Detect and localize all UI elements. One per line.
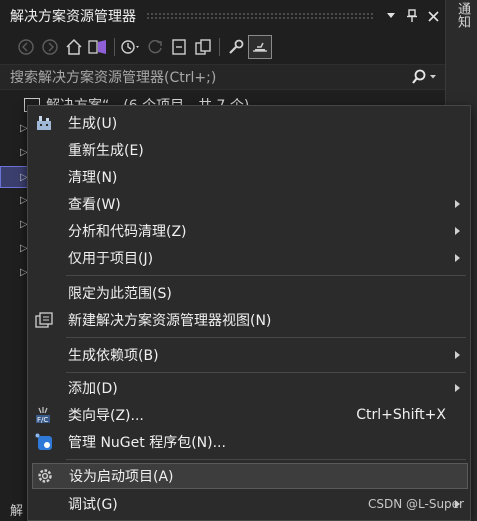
menu-item-label: 清理(N) <box>68 170 118 186</box>
toolbar-separator <box>114 38 115 56</box>
collapse-icon[interactable] <box>167 35 191 59</box>
submenu-arrow-icon <box>455 351 460 359</box>
menu-item-label: 重新生成(E) <box>68 143 144 159</box>
wrench-icon[interactable] <box>224 35 248 59</box>
submenu-arrow-icon <box>455 254 460 262</box>
menu-item-analyze[interactable]: 分析和代码清理(Z) <box>32 218 468 244</box>
search-placeholder[interactable]: 搜索解决方案资源管理器(Ctrl+;) <box>10 67 411 87</box>
menu-item-view[interactable]: 查看(W) <box>32 191 468 217</box>
menu-item-label: 管理 NuGet 程序包(N)... <box>68 435 226 451</box>
bottom-tab-label[interactable]: 解 <box>10 500 23 519</box>
panel-titlebar: 解决方案资源管理器 <box>0 0 445 32</box>
menu-item-label: 限定为此范围(S) <box>68 286 172 302</box>
nuget-icon <box>34 432 54 452</box>
menu-item-label: 调试(G) <box>68 497 118 513</box>
drag-grip[interactable] <box>146 12 374 20</box>
home-icon[interactable] <box>62 35 86 59</box>
menu-item-shortcut: Ctrl+Shift+X <box>356 407 446 423</box>
refresh-icon[interactable] <box>143 35 167 59</box>
menu-item-clean[interactable]: 清理(N) <box>32 164 468 190</box>
back-icon[interactable] <box>14 35 38 59</box>
new-view-icon <box>34 310 54 330</box>
menu-item-build[interactable]: 生成(U) <box>32 110 468 136</box>
panel-toolbar <box>0 32 445 62</box>
menu-item-new-view[interactable]: 新建解决方案资源管理器视图(N) <box>32 307 468 333</box>
menu-separator <box>66 337 466 338</box>
panel-title: 解决方案资源管理器 <box>10 9 136 25</box>
menu-item-nuget[interactable]: 管理 NuGet 程序包(N)... <box>32 429 468 455</box>
watermark-text: CSDN @L-Super <box>368 497 464 511</box>
vs-switch-icon[interactable] <box>86 35 110 59</box>
submenu-arrow-icon <box>455 200 460 208</box>
menu-item-build-dependencies[interactable]: 生成依赖项(B) <box>32 342 468 368</box>
pin-icon[interactable] <box>403 6 421 26</box>
svg-text:F/C: F/C <box>37 416 48 424</box>
search-icon[interactable] <box>411 69 445 85</box>
close-icon[interactable] <box>424 6 442 26</box>
menu-separator <box>66 459 466 460</box>
menu-item-label: 仅用于项目(J) <box>68 251 154 267</box>
menu-separator <box>66 372 466 373</box>
menu-separator <box>66 275 466 276</box>
menu-item-rebuild[interactable]: 重新生成(E) <box>32 137 468 163</box>
forward-icon[interactable] <box>38 35 62 59</box>
preview-icon[interactable] <box>248 35 272 59</box>
menu-item-label: 设为启动项目(A) <box>69 469 174 485</box>
menu-item-label: 生成依赖项(B) <box>68 348 159 364</box>
menu-item-add[interactable]: 添加(D) <box>32 375 468 401</box>
chevron-down-icon[interactable] <box>382 6 400 26</box>
menu-item-scope[interactable]: 限定为此范围(S) <box>32 280 468 306</box>
menu-item-class-wizard[interactable]: F/C 类向导(Z)... Ctrl+Shift+X <box>32 402 468 428</box>
menu-item-label: 类向导(Z)... <box>68 408 144 424</box>
gear-icon <box>35 466 55 486</box>
context-menu: 生成(U) 重新生成(E) 清理(N) 查看(W) 分析和代码清理(Z) 仅用于… <box>27 105 471 521</box>
menu-item-label: 新建解决方案资源管理器视图(N) <box>68 313 272 329</box>
menu-item-label: 查看(W) <box>68 197 121 213</box>
submenu-arrow-icon <box>455 227 460 235</box>
menu-item-label: 添加(D) <box>68 381 118 397</box>
history-icon[interactable] <box>119 35 143 59</box>
notifications-tab[interactable]: 通知 <box>450 2 474 36</box>
submenu-arrow-icon <box>455 384 460 392</box>
copy-icon[interactable] <box>191 35 215 59</box>
class-wizard-icon: F/C <box>34 405 54 425</box>
menu-item-label: 分析和代码清理(Z) <box>68 224 187 240</box>
build-icon <box>34 113 54 133</box>
menu-item-project-only[interactable]: 仅用于项目(J) <box>32 245 468 271</box>
menu-item-set-startup[interactable]: 设为启动项目(A) <box>32 463 468 489</box>
search-box[interactable]: 搜索解决方案资源管理器(Ctrl+;) <box>0 64 445 90</box>
menu-item-label: 生成(U) <box>68 116 118 132</box>
toolbar-separator-2 <box>219 38 220 56</box>
